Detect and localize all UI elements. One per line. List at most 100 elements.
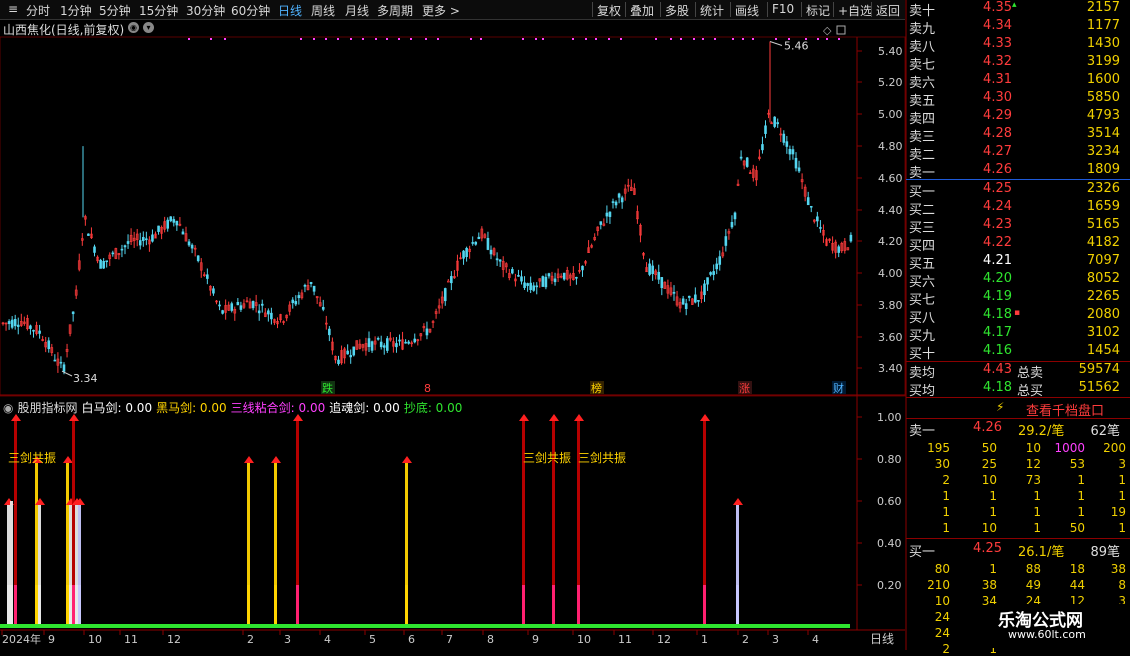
bid-row: 买七 4.19 2265: [906, 289, 1130, 308]
candle-body: [511, 269, 514, 274]
queue-cell: 24: [934, 610, 950, 624]
ob-volume: 2265: [1086, 289, 1120, 304]
indicator-axis-label: 1.00: [877, 411, 902, 424]
magenta-dot: [398, 38, 400, 40]
deep-orderbook-button[interactable]: 查看千档盘口: [1026, 400, 1104, 419]
candle-body: [166, 219, 169, 229]
queue-cell: 10: [934, 594, 950, 608]
candle-body: [489, 249, 493, 255]
event-marker: 8: [424, 382, 431, 395]
signal-bar-base: [703, 585, 706, 627]
candle-body: [611, 201, 615, 203]
bid-row: 买十 4.16 1454: [906, 343, 1130, 362]
signal-bar-base: [38, 585, 41, 627]
candle-body: [614, 201, 618, 206]
magenta-dot: [337, 38, 339, 40]
magenta-dot: [572, 38, 574, 40]
signal-arrow-icon: [63, 456, 73, 463]
ob-price: 4.29: [983, 108, 1012, 123]
queue-cell: 25: [981, 457, 997, 471]
candle-body: [87, 233, 90, 236]
magenta-dot: [480, 38, 482, 40]
x-axis-label: 12: [167, 633, 181, 646]
candle-body: [413, 338, 417, 343]
deep-divider: [906, 397, 1130, 398]
queue-cell: 1: [942, 521, 950, 535]
x-axis-label: 10: [577, 633, 591, 646]
queue-per: 26.1/笔: [1018, 545, 1065, 560]
candle-body: [105, 260, 108, 263]
candle-body: [617, 193, 621, 198]
magenta-dot: [702, 38, 704, 40]
queue-cell: 1: [1033, 505, 1041, 519]
candle-body: [718, 256, 722, 265]
candle-body: [151, 234, 154, 242]
magenta-dot: [410, 38, 412, 40]
ob-price: 4.25: [983, 181, 1012, 196]
candle-body: [53, 359, 57, 362]
candle-body: [142, 237, 145, 241]
candle-body: [270, 312, 273, 320]
queue-cell: 49: [1025, 578, 1041, 592]
candle-body: [367, 338, 371, 348]
sell-one-header: 卖一 4.26 29.2/笔 62笔: [906, 420, 1130, 439]
summary-total: 59574: [1078, 362, 1120, 377]
ob-label: 买六: [909, 275, 936, 290]
price-axis-label: 4.00: [878, 267, 903, 280]
candle-body: [526, 283, 529, 286]
signal-bar-base: [522, 585, 525, 627]
indicator-settings-icon[interactable]: ◉: [3, 401, 13, 415]
x-axis-label: 4: [324, 633, 331, 646]
candle-body: [190, 244, 194, 249]
ob-label: 卖三: [909, 130, 936, 145]
queue-cell: 1: [1077, 505, 1085, 519]
signal-bar-base: [296, 585, 299, 627]
candle-body: [346, 350, 349, 355]
ob-price: 4.32: [983, 54, 1012, 69]
candle-body: [450, 276, 453, 284]
candle-body: [404, 341, 407, 344]
x-axis-label: 8: [487, 633, 494, 646]
candle-body: [761, 144, 764, 151]
magenta-dot: [655, 38, 657, 40]
ask-row: 卖五 4.30 5850: [906, 90, 1130, 109]
lightning-icon: ⚡: [996, 400, 1005, 414]
candle-body: [608, 211, 612, 217]
square-icon: [836, 25, 846, 35]
indicator-value-0: 白马剑: 0.00: [81, 401, 153, 415]
candle-body: [745, 157, 749, 167]
queue-cell: 1: [989, 489, 997, 503]
summary-row: 卖均 4.43 总卖 59574: [906, 362, 1130, 381]
resonance-label: 三剑共振: [8, 450, 56, 465]
candle-body: [303, 284, 307, 287]
signal-bar-base: [75, 585, 78, 627]
x-axis-label: 4: [812, 633, 819, 646]
ob-label: 买七: [909, 293, 936, 308]
queue-cell: 10: [1025, 441, 1041, 455]
candle-body: [267, 310, 270, 315]
candle-body: [816, 216, 819, 222]
resonance-label: 三剑共振: [578, 450, 626, 465]
signal-arrow-icon: [733, 498, 743, 505]
ask-row: 卖八 4.33 1430: [906, 36, 1130, 55]
candle-body: [10, 319, 14, 328]
candle-body: [376, 337, 380, 340]
queue-cell: 30: [934, 457, 950, 471]
ask-row: 卖九 4.34 1177: [906, 18, 1130, 37]
magenta-dot: [386, 38, 388, 40]
summary-label: 卖均: [909, 366, 936, 381]
magenta-dot: [437, 38, 439, 40]
candle-body: [544, 276, 548, 288]
magenta-dot: [224, 38, 226, 40]
watermark-url: www.60lt.com: [1008, 628, 1086, 641]
magenta-dot: [620, 38, 622, 40]
candle-body: [38, 330, 41, 334]
signal-bar-base: [14, 585, 17, 627]
ob-volume: 2326: [1086, 181, 1120, 196]
x-axis-label: 2: [247, 633, 254, 646]
magenta-dot: [535, 38, 537, 40]
candle-body: [379, 341, 383, 348]
queue-cell: 38: [981, 578, 997, 592]
magenta-dot: [826, 38, 828, 40]
candle-body: [547, 273, 551, 277]
